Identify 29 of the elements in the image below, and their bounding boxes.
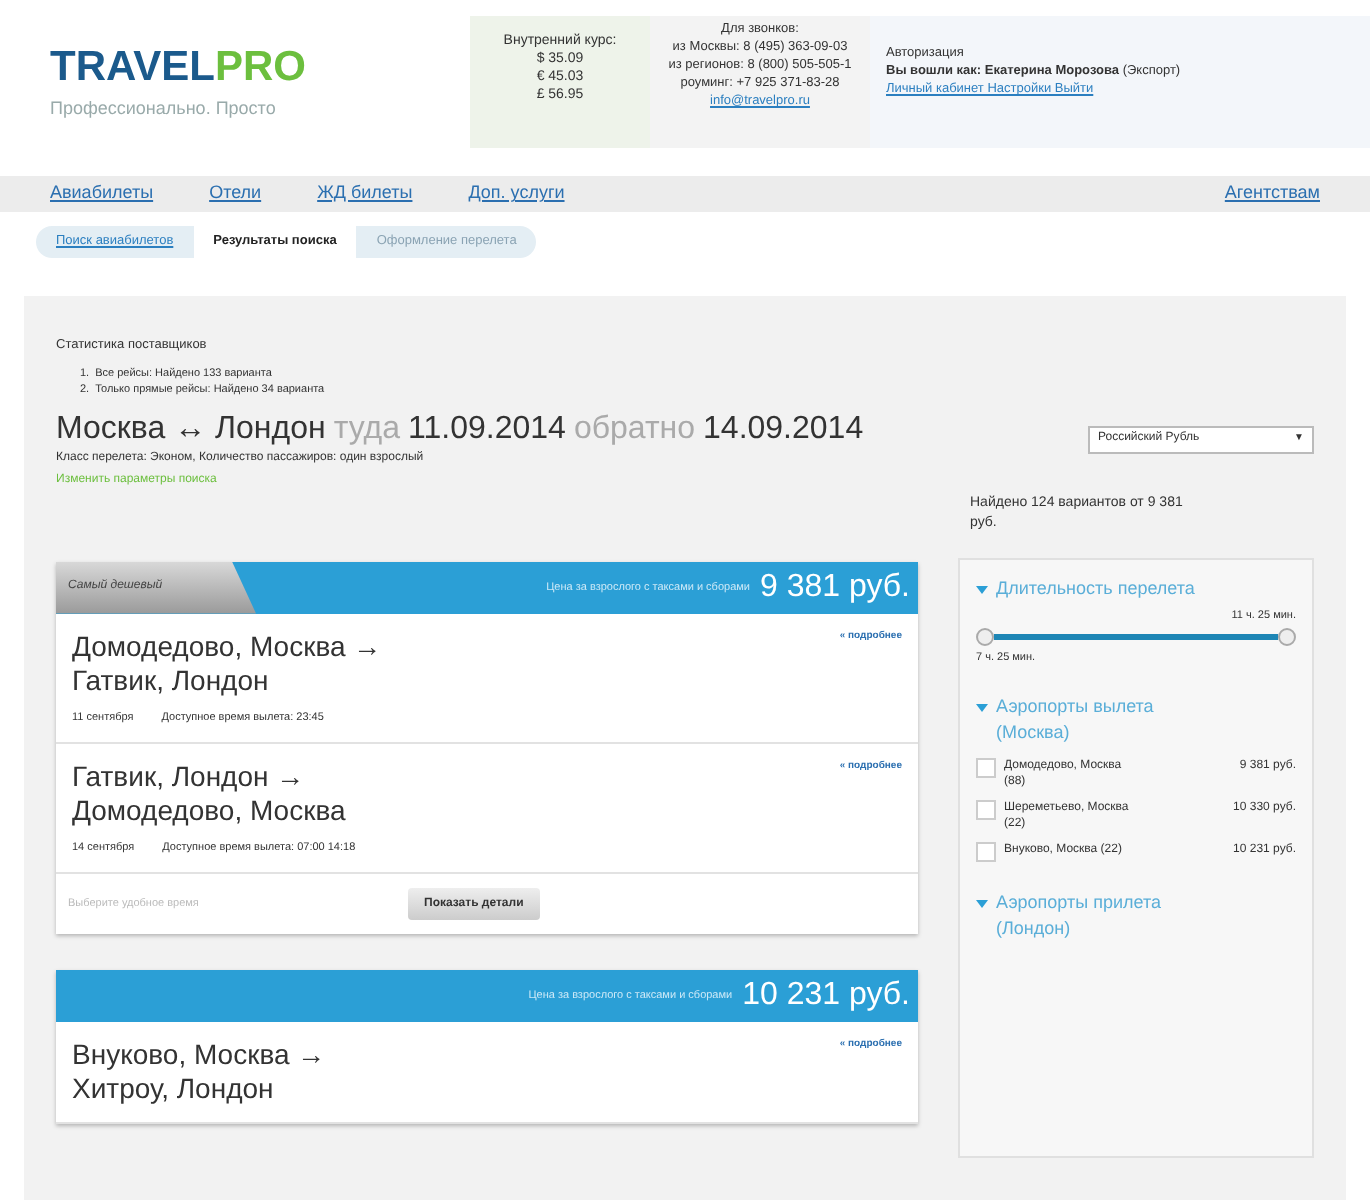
- nav-link[interactable]: Агентствам: [1224, 180, 1320, 208]
- direction-label: обратно: [573, 409, 696, 450]
- date-text: 14.09.2014: [703, 409, 864, 450]
- segment-route: Хитроу, Лондон: [72, 1072, 276, 1107]
- slider-handle[interactable]: [1278, 628, 1296, 646]
- segment-route: Домодедово, Москва →: [72, 629, 384, 664]
- date-text: 11.09.2014: [408, 409, 566, 450]
- checkbox[interactable]: [976, 758, 996, 779]
- nav-link[interactable]: Доп. услуги: [468, 180, 565, 208]
- price-text: 10 231 руб.: [742, 976, 910, 1017]
- filter-title[interactable]: Длительность перелета: [996, 575, 1196, 602]
- segment-route: Домодедово, Москва: [72, 794, 348, 828]
- nav-link[interactable]: Авиабилеты: [50, 180, 154, 208]
- logo-text: TRAVEL: [50, 44, 215, 90]
- checkbox[interactable]: [976, 800, 996, 821]
- nav-link[interactable]: Отели: [209, 180, 262, 208]
- logo-text: PRO: [214, 44, 306, 90]
- nav-link[interactable]: ЖД билеты: [317, 180, 413, 208]
- filter-title[interactable]: Аэропорты вылета (Москва): [996, 694, 1196, 747]
- route-title: Москва ↔ Лондон: [56, 409, 326, 450]
- segment-route: Гатвик, Лондон →: [72, 760, 307, 794]
- tagline: Профессионально. Просто: [50, 96, 278, 122]
- price-text: 9 381 руб.: [760, 567, 910, 608]
- segment-route: Внуково, Москва →: [72, 1038, 328, 1073]
- filter-title[interactable]: Аэропорты прилета (Лондон): [996, 890, 1196, 943]
- checkbox[interactable]: [976, 842, 996, 863]
- slider-handle[interactable]: [976, 628, 994, 646]
- direction-label: туда: [333, 409, 401, 450]
- segment-route: Гатвик, Лондон: [72, 663, 271, 698]
